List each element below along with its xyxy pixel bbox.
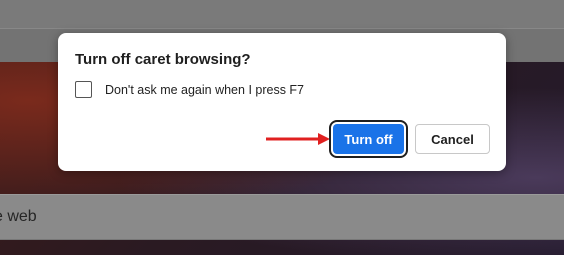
cancel-button[interactable]: Cancel bbox=[415, 124, 490, 154]
search-bar[interactable]: e web bbox=[0, 194, 564, 240]
turn-off-button[interactable]: Turn off bbox=[329, 120, 408, 158]
search-placeholder: e web bbox=[0, 208, 37, 225]
caret-browsing-dialog: Turn off caret browsing? Don't ask me ag… bbox=[58, 33, 506, 171]
browser-top-bar bbox=[0, 0, 564, 28]
dont-ask-again-checkbox[interactable] bbox=[75, 81, 92, 98]
dialog-title: Turn off caret browsing? bbox=[75, 51, 251, 68]
dont-ask-again-label[interactable]: Don't ask me again when I press F7 bbox=[105, 83, 304, 97]
red-arrow-icon bbox=[266, 133, 330, 145]
